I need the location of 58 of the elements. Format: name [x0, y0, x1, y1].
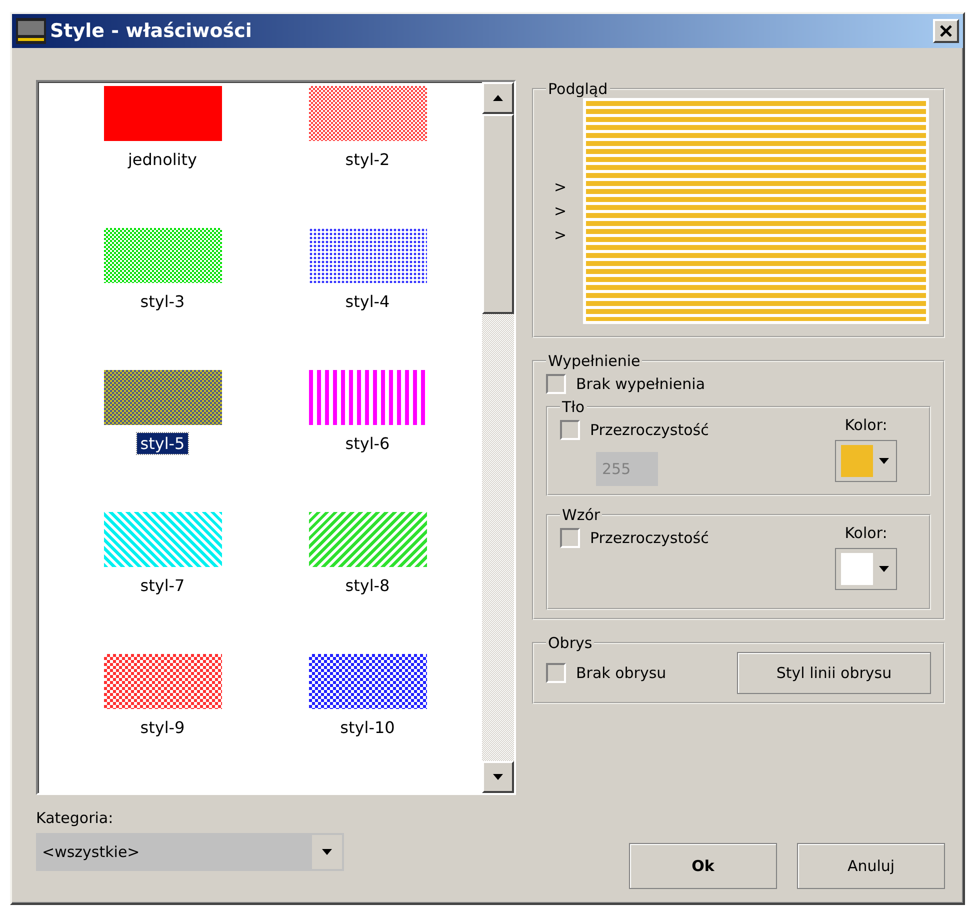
dropdown-arrow-icon [879, 458, 889, 464]
down-arrow-icon [493, 774, 503, 780]
scroll-up-button[interactable] [482, 82, 514, 114]
group-title: Tło [561, 398, 586, 416]
checkbox-label: Przezroczystość [590, 529, 709, 547]
line-style-button[interactable]: Styl linii obrysu [737, 652, 931, 694]
dialog-button[interactable]: Anuluj [797, 843, 945, 889]
style-name[interactable]: styl-3 [137, 291, 188, 312]
checkbox-label: Brak wypełnienia [576, 375, 706, 393]
checkbox[interactable] [560, 420, 580, 440]
style-name[interactable]: styl-8 [342, 575, 393, 596]
style-name[interactable]: styl-7 [137, 575, 188, 596]
style-name[interactable]: styl-4 [342, 291, 393, 312]
scroll-thumb[interactable] [482, 114, 514, 314]
group-title: Wypełnienie [547, 352, 642, 370]
category-dropdown[interactable]: <wszystkie> [36, 833, 344, 871]
pattern-swatch[interactable] [308, 654, 426, 709]
checkbox-label: Przezroczystość [590, 421, 709, 439]
pattern-swatch[interactable] [308, 86, 426, 141]
style-name[interactable]: styl-6 [342, 433, 393, 454]
dropdown-arrow-icon [322, 849, 332, 855]
pattern-swatch[interactable] [308, 512, 426, 567]
close-button[interactable] [933, 19, 959, 43]
style-name[interactable]: styl-5 [137, 433, 188, 454]
category-label: Kategoria: [36, 809, 114, 827]
pattern-swatch[interactable] [104, 654, 222, 709]
group-title: Wzór [561, 506, 602, 524]
checkbox[interactable] [546, 374, 566, 394]
dialog-button[interactable]: Ok [629, 843, 777, 889]
pattern-swatch[interactable] [104, 370, 222, 425]
color-picker[interactable] [835, 440, 897, 482]
style-name[interactable]: styl-10 [337, 717, 398, 738]
color-label: Kolor: [844, 416, 888, 434]
marker-text: > [554, 202, 567, 220]
group-title: Obrys [547, 634, 594, 652]
color-label: Kolor: [844, 524, 888, 542]
pattern-swatch[interactable] [308, 370, 426, 425]
scrollbar[interactable] [482, 82, 514, 793]
window-title: Style - właściwości [50, 20, 253, 42]
checkbox[interactable] [560, 528, 580, 548]
app-icon [16, 18, 46, 44]
close-icon [939, 25, 953, 37]
style-name[interactable]: styl-2 [342, 149, 393, 170]
scroll-down-button[interactable] [482, 761, 514, 793]
style-name[interactable]: styl-9 [137, 717, 188, 738]
style-name[interactable]: jednolity [124, 149, 200, 170]
color-picker[interactable] [835, 548, 897, 590]
marker-text: > [554, 226, 567, 244]
marker-text: > [554, 178, 567, 196]
dropdown-arrow-icon [879, 566, 889, 572]
checkbox-label: Brak obrysu [576, 664, 666, 682]
pattern-swatch[interactable] [104, 512, 222, 567]
pattern-swatch[interactable] [104, 86, 222, 141]
checkbox[interactable] [546, 663, 566, 683]
up-arrow-icon [493, 95, 503, 101]
pattern-swatch[interactable] [308, 228, 426, 283]
pattern-swatch[interactable] [104, 228, 222, 283]
group-title: Podgląd [547, 80, 609, 98]
